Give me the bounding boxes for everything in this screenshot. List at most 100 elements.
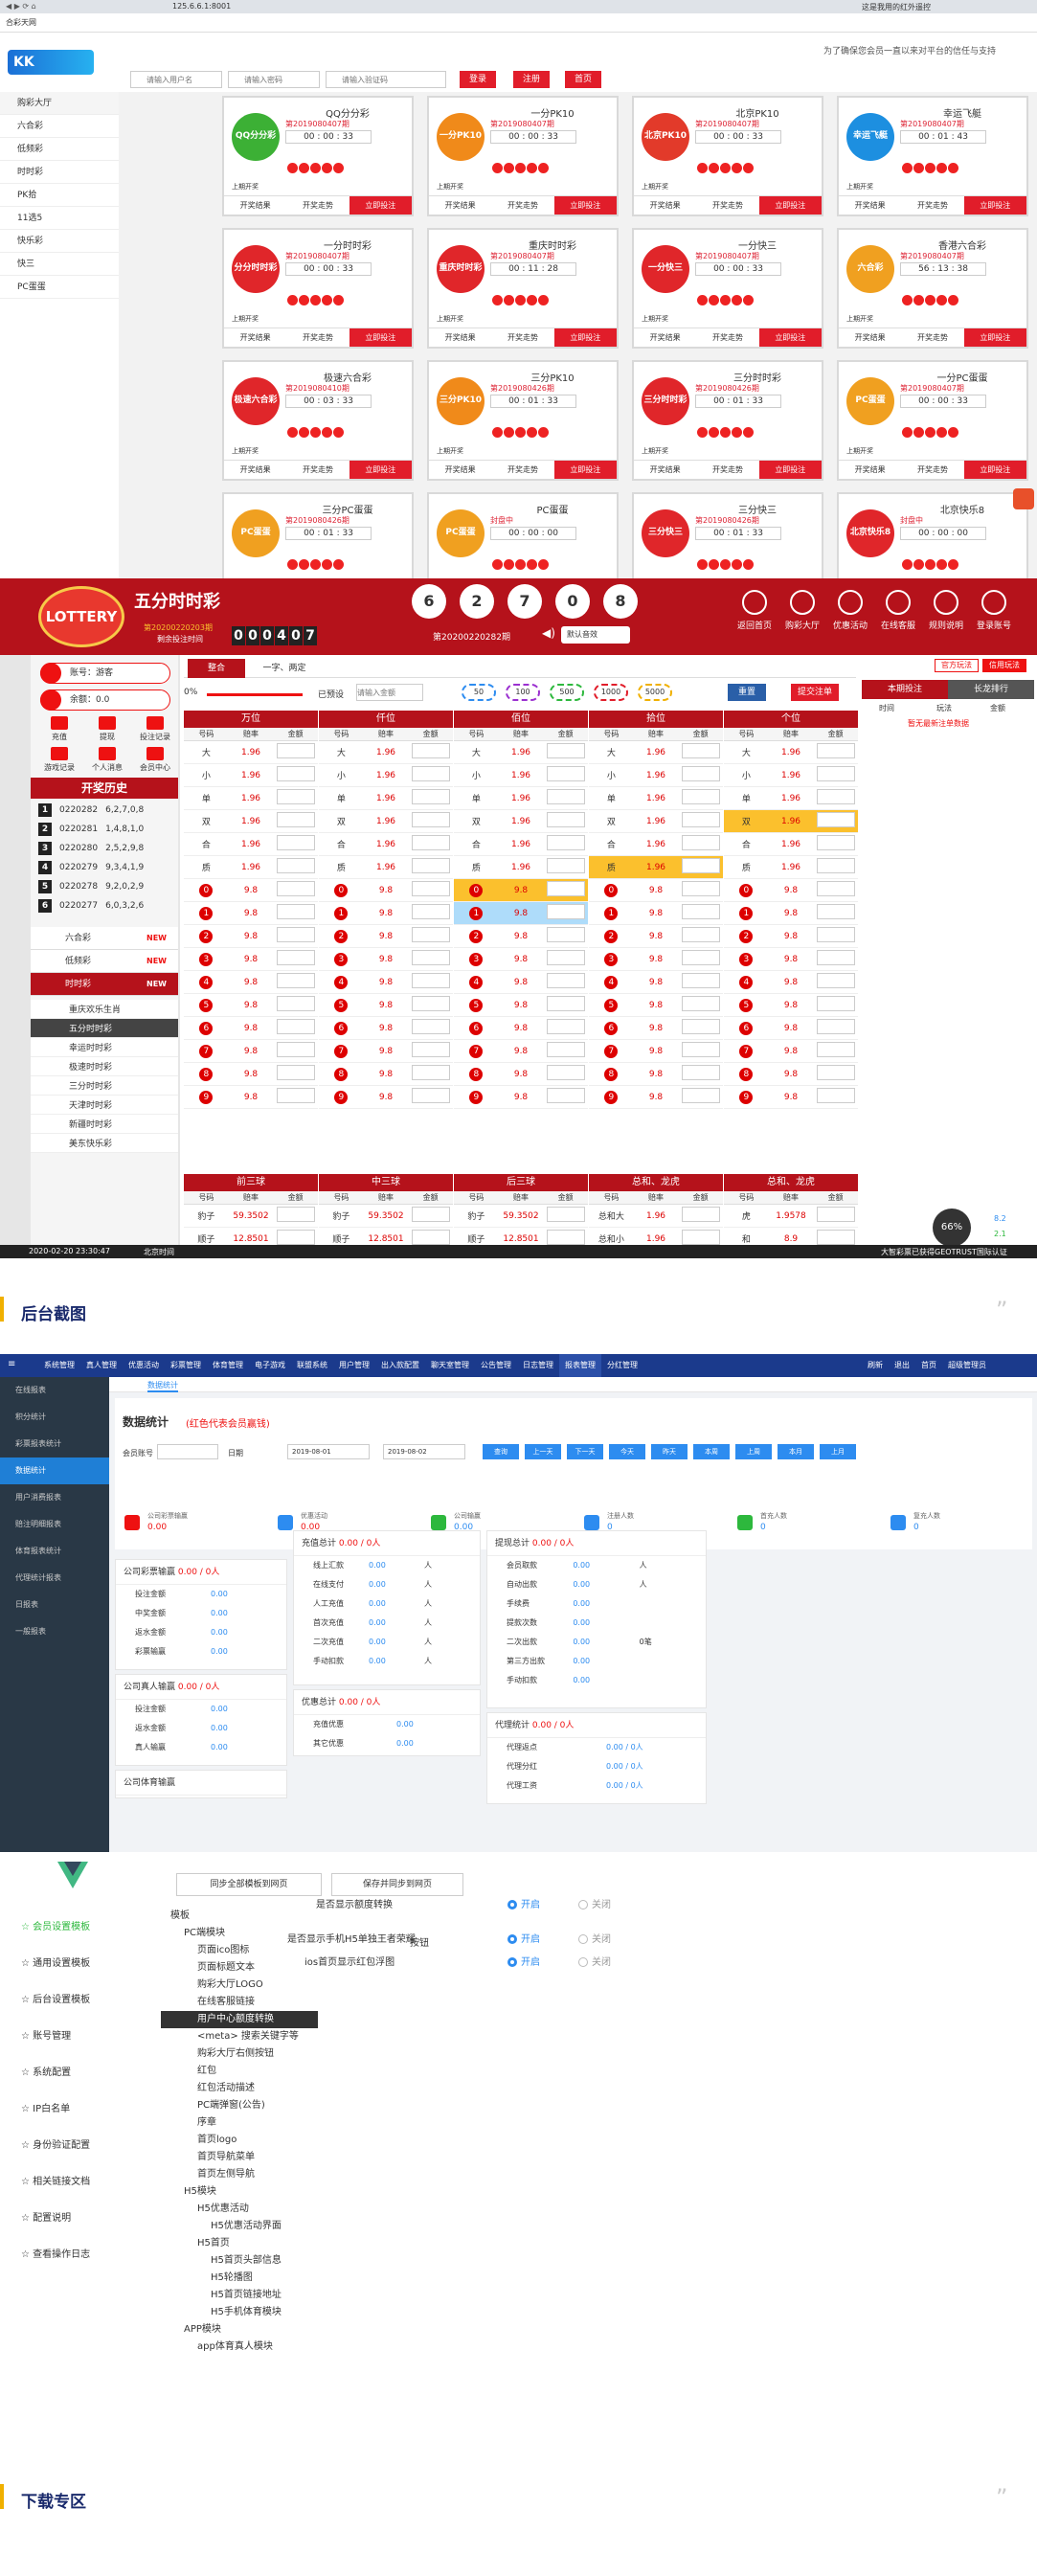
bet-amount-input[interactable] (411, 973, 450, 988)
top-icon-link[interactable]: 登录账号 (971, 590, 1017, 631)
bet-row[interactable]: 质 1.96 (184, 856, 318, 879)
bet-button[interactable]: 立即投注 (349, 461, 412, 479)
sidebar-item[interactable]: 快三 (0, 253, 119, 276)
bet-row[interactable]: 单 1.96 (724, 787, 858, 810)
bet-amount-input[interactable] (681, 789, 720, 804)
result-button[interactable]: 开奖结果 (634, 328, 696, 347)
top-icon-link[interactable]: 规则说明 (923, 590, 969, 631)
bet-row[interactable]: 大 1.96 (454, 741, 588, 764)
bet-amount-input[interactable] (276, 973, 315, 988)
settings-menu-item[interactable]: ☆ 相关链接文档 (0, 2164, 153, 2201)
bet-amount-input[interactable] (816, 881, 855, 896)
game-card[interactable]: 幸运飞艇 幸运飞艇 第2019080407期 00 : 01 : 43 上期开奖 开奖结果… (837, 96, 1028, 216)
settings-menu-item[interactable]: ☆ 配置说明 (0, 2201, 153, 2237)
bet-row[interactable]: 3 9.8 (319, 948, 453, 971)
nav-item[interactable]: 电子游戏 (249, 1354, 291, 1377)
radio-on[interactable]: 开启 (507, 1931, 540, 1945)
bet-amount-input[interactable] (546, 743, 585, 758)
tree-node[interactable]: 红包 (161, 2063, 318, 2080)
game-card[interactable]: 六合彩 香港六合彩 第2019080407期 56 : 13 : 38 上期开奖 开奖结果… (837, 228, 1028, 349)
left-menu-item[interactable]: 彩票报表统计 (0, 1431, 109, 1457)
bet-button[interactable]: 立即投注 (349, 328, 412, 347)
bet-amount-input[interactable] (546, 812, 585, 827)
bet-amount-input[interactable] (681, 881, 720, 896)
bet-amount-input[interactable] (276, 1042, 315, 1057)
bet-amount-input[interactable] (276, 766, 315, 781)
left-menu-item[interactable]: 用户消费报表 (0, 1484, 109, 1511)
result-button[interactable]: 开奖结果 (224, 196, 286, 215)
game-card[interactable]: 三分快三三分快三第2019080426期00 : 01 : 33上期开奖开奖结果… (632, 492, 823, 578)
trend-button[interactable]: 开奖走势 (286, 196, 349, 215)
bet-row[interactable]: 6 9.8 (454, 1017, 588, 1040)
tree-node[interactable]: 模板 (161, 1908, 318, 1925)
bet-amount-input[interactable] (816, 835, 855, 850)
result-button[interactable]: 开奖结果 (839, 461, 901, 479)
browser-tab[interactable]: 合彩天网 (6, 17, 36, 28)
bet-row[interactable]: 双 1.96 (319, 810, 453, 833)
bet-row[interactable]: 3 9.8 (454, 948, 588, 971)
bet-row[interactable]: 1 9.8 (319, 902, 453, 925)
radio-on[interactable]: 开启 (507, 1896, 540, 1910)
bet-row[interactable]: 双 1.96 (724, 810, 858, 833)
bet-amount-input[interactable] (276, 904, 315, 919)
bet-button[interactable]: 立即投注 (963, 328, 1026, 347)
left-menu-item[interactable]: 代理统计报表 (0, 1565, 109, 1592)
top-icon-link[interactable]: 在线客服 (875, 590, 921, 631)
tree-node[interactable]: <meta> 搜索关键字等 (161, 2028, 318, 2045)
game-card[interactable]: 北京PK10 北京PK10 第2019080407期 00 : 00 : 33 上期开奖… (632, 96, 823, 216)
game-card[interactable]: 分分时时彩 一分时时彩 第2019080407期 00 : 00 : 33 上期开奖 开奖… (222, 228, 414, 349)
bet-amount-input[interactable] (411, 904, 450, 919)
game-card[interactable]: 北京快乐8北京快乐8封盘中00 : 00 : 00上期开奖开奖结果开奖走势立即投… (837, 492, 1028, 578)
tab-one-two[interactable]: 一字、两定 (251, 659, 318, 678)
tree-node[interactable]: 在线客服链接 (161, 1994, 318, 2011)
bet-row[interactable]: 大 1.96 (319, 741, 453, 764)
official-play-button[interactable]: 官方玩法 (935, 659, 979, 672)
tree-node[interactable]: PC端弹窗(公告) (161, 2097, 318, 2114)
bet-button[interactable]: 立即投注 (963, 461, 1026, 479)
tree-node[interactable]: 首页导航菜单 (161, 2149, 318, 2166)
bet-amount-input[interactable] (816, 1088, 855, 1103)
sub-menu-item[interactable]: 美东快乐彩 (31, 1134, 178, 1153)
nav-item[interactable]: 出入款配置 (375, 1354, 425, 1377)
bet-amount-input[interactable] (276, 743, 315, 758)
nav-item[interactable]: 公告管理 (475, 1354, 517, 1377)
bet-row[interactable]: 1 9.8 (724, 902, 858, 925)
float-service-icon[interactable] (1013, 488, 1034, 509)
bet-amount-input[interactable] (546, 1230, 585, 1245)
category-item[interactable]: 低频彩 NEW (31, 950, 178, 973)
bet-row[interactable]: 8 9.8 (724, 1063, 858, 1086)
bet-row[interactable]: 7 9.8 (184, 1040, 318, 1063)
bet-row[interactable]: 双 1.96 (589, 810, 723, 833)
bet-amount-input[interactable] (816, 743, 855, 758)
bet-amount-input[interactable] (681, 996, 720, 1011)
quick-link[interactable]: 个人消息 (86, 747, 128, 773)
bet-row[interactable]: 单 1.96 (589, 787, 723, 810)
bet-amount-input[interactable] (411, 766, 450, 781)
bet-amount-input[interactable] (546, 1019, 585, 1034)
sub-menu-item[interactable]: 幸运时时彩 (31, 1038, 178, 1057)
bet-amount-input[interactable] (411, 858, 450, 873)
result-button[interactable]: 开奖结果 (224, 328, 286, 347)
sub-menu-item[interactable]: 五分时时彩 (31, 1019, 178, 1038)
bet-amount-input[interactable] (546, 881, 585, 896)
result-button[interactable]: 开奖结果 (224, 461, 286, 479)
bet-row[interactable]: 9 9.8 (589, 1086, 723, 1109)
nav-item[interactable]: 日志管理 (517, 1354, 559, 1377)
bet-amount-input[interactable] (681, 812, 720, 827)
bet-button[interactable]: 立即投注 (349, 196, 412, 215)
bet-row[interactable]: 豹子 59.3502 (454, 1205, 588, 1228)
bet-amount-input[interactable] (546, 1088, 585, 1103)
bet-row[interactable]: 豹子 59.3502 (184, 1205, 318, 1228)
bet-row[interactable]: 单 1.96 (184, 787, 318, 810)
trend-button[interactable]: 开奖走势 (901, 328, 963, 347)
radio-off[interactable]: 关闭 (578, 1896, 611, 1910)
bet-row[interactable]: 大 1.96 (589, 741, 723, 764)
bet-row[interactable]: 7 9.8 (319, 1040, 453, 1063)
nav-right-item[interactable]: 刷新 (862, 1354, 889, 1377)
bet-amount-input[interactable] (276, 1065, 315, 1080)
bet-row[interactable]: 6 9.8 (319, 1017, 453, 1040)
bet-row[interactable]: 单 1.96 (454, 787, 588, 810)
quick-link[interactable]: 游戏记录 (38, 747, 80, 773)
quick-link[interactable]: 提现 (86, 716, 128, 742)
game-card[interactable]: 三分时时彩 三分时时彩 第2019080426期 00 : 01 : 33 上期开奖 开奖… (632, 360, 823, 481)
